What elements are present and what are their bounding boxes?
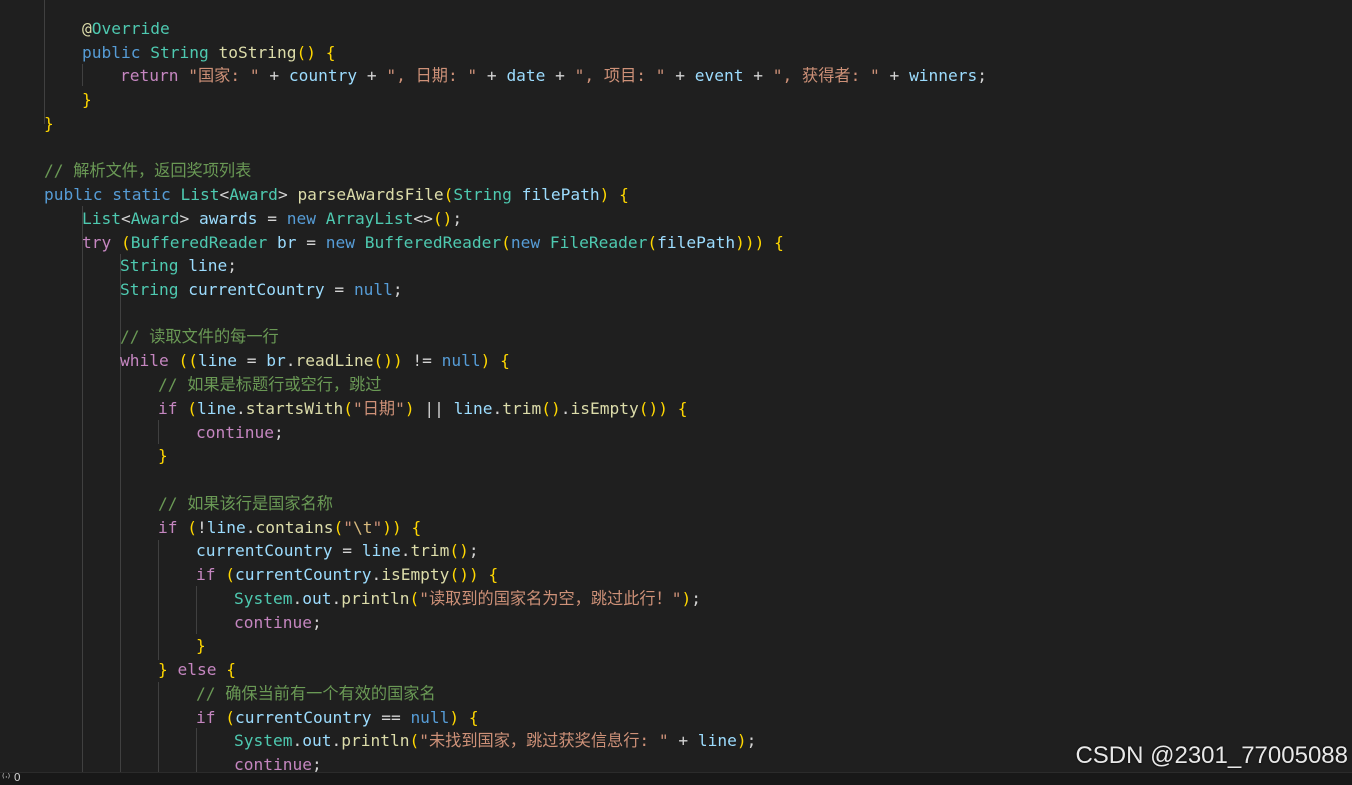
code-line[interactable]: } [158,444,168,468]
code-line[interactable]: continue; [234,753,322,772]
code-line[interactable]: } [44,112,54,136]
indent-guide [158,540,159,660]
code-editor[interactable]: @Override public String toString() { ret… [0,0,1352,772]
code-line[interactable]: return "国家: " + country + ", 日期: " + dat… [120,64,987,88]
code-line[interactable]: if (!line.contains("\t")) { [158,516,421,540]
code-line[interactable]: } else { [158,658,236,682]
code-line[interactable]: currentCountry = line.trim(); [196,539,479,563]
code-line[interactable]: System.out.println("读取到的国家名为空，跳过此行！"); [234,587,701,611]
code-line[interactable]: if (currentCountry == null) { [196,706,479,730]
indent-guide [158,682,159,772]
code-line[interactable]: public static List<Award> parseAwardsFil… [44,183,629,207]
status-bar: ⁽ᐧ⁾ 0 [0,771,1352,785]
indent-guide [82,64,83,86]
code-line[interactable]: public String toString() { [82,41,335,65]
code-line[interactable]: while ((line = br.readLine()) != null) { [120,349,510,373]
broadcast-icon[interactable]: ⁽ᐧ⁾ 0 [2,771,21,784]
code-line[interactable]: // 确保当前有一个有效的国家名 [196,682,436,706]
code-line[interactable]: String currentCountry = null; [120,278,403,302]
indent-guide [44,0,45,124]
code-line[interactable]: continue; [234,611,322,635]
code-line[interactable]: @Override [82,17,170,41]
code-line[interactable]: } [82,88,92,112]
code-line[interactable]: try (BufferedReader br = new BufferedRea… [82,231,784,255]
code-line[interactable]: List<Award> awards = new ArrayList<>(); [82,207,462,231]
code-line[interactable]: // 如果该行是国家名称 [158,492,333,516]
code-line[interactable]: continue; [196,421,284,445]
indent-guide [158,420,159,444]
code-line[interactable]: if (line.startsWith("日期") || line.trim()… [158,397,688,421]
code-line[interactable]: System.out.println("未找到国家，跳过获奖信息行: " + l… [234,729,756,753]
code-line[interactable]: if (currentCountry.isEmpty()) { [196,563,498,587]
indent-guide [196,728,197,772]
indent-guide [82,206,83,772]
code-line[interactable]: String line; [120,254,237,278]
indent-guide [196,586,197,634]
csdn-watermark: CSDN @2301_77005088 [1075,742,1348,769]
code-line[interactable]: // 解析文件，返回奖项列表 [44,159,251,183]
code-line[interactable]: // 读取文件的每一行 [120,325,279,349]
code-line[interactable]: } [196,634,206,658]
code-line[interactable]: // 如果是标题行或空行，跳过 [158,373,382,397]
